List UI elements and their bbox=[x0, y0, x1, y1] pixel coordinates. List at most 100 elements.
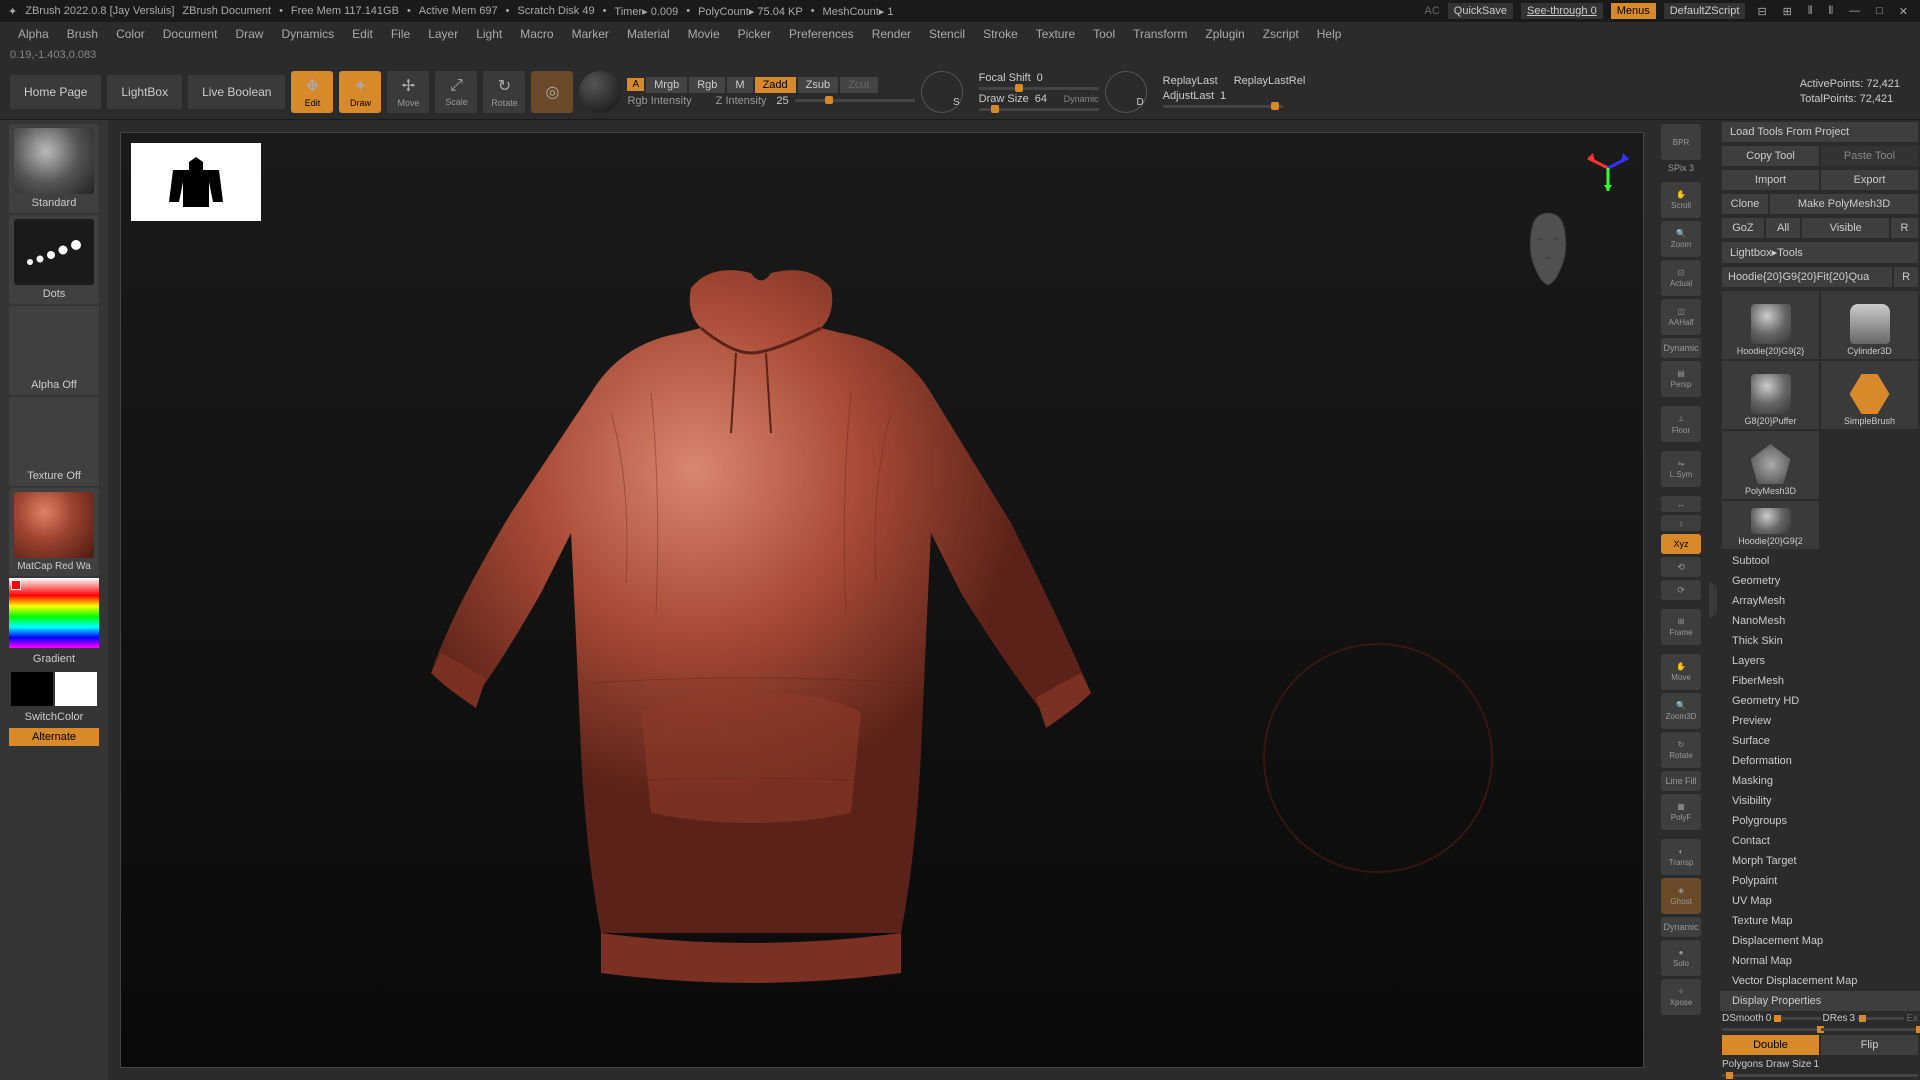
panel-surface[interactable]: Surface bbox=[1720, 731, 1920, 751]
canvas[interactable] bbox=[120, 132, 1644, 1068]
spix-slider[interactable]: SPix 3 bbox=[1661, 163, 1701, 173]
lightbox-button[interactable]: LightBox bbox=[107, 75, 182, 109]
current-tool-name[interactable]: Hoodie{20}G9{20}Fit{20}Qua bbox=[1722, 267, 1892, 287]
transp-button[interactable]: ◐Transp bbox=[1661, 839, 1701, 875]
lightbox-tools-button[interactable]: Lightbox▸Tools bbox=[1722, 242, 1918, 263]
menu-draw[interactable]: Draw bbox=[227, 24, 271, 44]
menu-document[interactable]: Document bbox=[155, 24, 226, 44]
homepage-button[interactable]: Home Page bbox=[10, 75, 101, 109]
dsmooth-slider[interactable] bbox=[1773, 1017, 1820, 1020]
panel-divider[interactable] bbox=[1709, 580, 1717, 620]
minimize-icon[interactable]: — bbox=[1845, 5, 1864, 17]
panel-displayprops[interactable]: Display Properties bbox=[1720, 991, 1920, 1011]
menu-transform[interactable]: Transform bbox=[1125, 24, 1195, 44]
scale-button[interactable]: ⤢Scale bbox=[435, 71, 477, 113]
s-indicator[interactable]: S bbox=[921, 71, 963, 113]
panel-fibermesh[interactable]: FiberMesh bbox=[1720, 671, 1920, 691]
tool-simplebrush[interactable]: SimpleBrush bbox=[1821, 361, 1918, 429]
divider-slider-2[interactable] bbox=[1821, 1028, 1918, 1031]
import-button[interactable]: Import bbox=[1722, 170, 1819, 190]
polyf-button[interactable]: ▦PolyF bbox=[1661, 794, 1701, 830]
zintensity-slider[interactable] bbox=[795, 99, 915, 102]
scroll-button[interactable]: ✋Scroll bbox=[1661, 182, 1701, 218]
panel-uvmap[interactable]: UV Map bbox=[1720, 891, 1920, 911]
menu-help[interactable]: Help bbox=[1309, 24, 1350, 44]
axis-y-button[interactable]: ↕ bbox=[1661, 515, 1701, 531]
menu-zscript[interactable]: Zscript bbox=[1255, 24, 1307, 44]
panel-geometry[interactable]: Geometry bbox=[1720, 571, 1920, 591]
zoom-button[interactable]: 🔍Zoom bbox=[1661, 221, 1701, 257]
replaylast-button[interactable]: ReplayLast bbox=[1163, 75, 1218, 87]
panel-preview[interactable]: Preview bbox=[1720, 711, 1920, 731]
menu-zplugin[interactable]: Zplugin bbox=[1197, 24, 1252, 44]
rotate3d-button[interactable]: ↻Rotate bbox=[1661, 732, 1701, 768]
draw-button[interactable]: ✦Draw bbox=[339, 71, 381, 113]
menu-brush[interactable]: Brush bbox=[59, 24, 106, 44]
replaylastrel-button[interactable]: ReplayLastRel bbox=[1234, 75, 1306, 87]
menu-edit[interactable]: Edit bbox=[344, 24, 381, 44]
swatch-white[interactable] bbox=[55, 672, 97, 706]
liveboolean-button[interactable]: Live Boolean bbox=[188, 75, 285, 109]
menu-movie[interactable]: Movie bbox=[680, 24, 728, 44]
zoom3d-button[interactable]: 🔍Zoom3D bbox=[1661, 693, 1701, 729]
rotate-button[interactable]: ↻Rotate bbox=[483, 71, 525, 113]
panel-vdm[interactable]: Vector Displacement Map bbox=[1720, 971, 1920, 991]
lsym-button[interactable]: ⇋L.Sym bbox=[1661, 451, 1701, 487]
panel-visibility[interactable]: Visibility bbox=[1720, 791, 1920, 811]
dynamic-label[interactable]: Dynamic bbox=[1064, 94, 1099, 104]
persp-button[interactable]: ▤Persp bbox=[1661, 361, 1701, 397]
menu-alpha[interactable]: Alpha bbox=[10, 24, 57, 44]
gradient-button[interactable]: Gradient bbox=[0, 650, 108, 668]
zcut-button[interactable]: Zcut bbox=[840, 77, 877, 93]
clone-button[interactable]: Clone bbox=[1722, 194, 1768, 214]
edit-button[interactable]: ✥Edit bbox=[291, 71, 333, 113]
seethrough-slider[interactable]: See-through 0 bbox=[1521, 3, 1603, 19]
d-indicator[interactable]: D bbox=[1105, 71, 1147, 113]
panel-texturemap[interactable]: Texture Map bbox=[1720, 911, 1920, 931]
menu-dynamics[interactable]: Dynamics bbox=[273, 24, 342, 44]
brush-selector[interactable]: Standard bbox=[9, 124, 99, 213]
color-picker[interactable] bbox=[9, 578, 99, 648]
menu-color[interactable]: Color bbox=[108, 24, 153, 44]
polydrawsize-slider[interactable] bbox=[1722, 1074, 1918, 1077]
double-button[interactable]: Double bbox=[1722, 1035, 1819, 1055]
r-button[interactable]: R bbox=[1891, 218, 1918, 238]
solo-button[interactable]: ●Solo bbox=[1661, 940, 1701, 976]
rgb-button[interactable]: Rgb bbox=[689, 77, 725, 93]
panel-thickskin[interactable]: Thick Skin bbox=[1720, 631, 1920, 651]
panel-subtool[interactable]: Subtool bbox=[1720, 551, 1920, 571]
zadd-button[interactable]: Zadd bbox=[755, 77, 796, 93]
frame-button[interactable]: ⊞Frame bbox=[1661, 609, 1701, 645]
focalshift-slider[interactable] bbox=[979, 87, 1099, 90]
tool-puffer[interactable]: G8{20}Puffer bbox=[1722, 361, 1819, 429]
menu-picker[interactable]: Picker bbox=[730, 24, 779, 44]
a-button[interactable]: A bbox=[627, 78, 644, 91]
menu-render[interactable]: Render bbox=[864, 24, 919, 44]
zsub-button[interactable]: Zsub bbox=[798, 77, 838, 93]
menu-light[interactable]: Light bbox=[468, 24, 510, 44]
panel-nanomesh[interactable]: NanoMesh bbox=[1720, 611, 1920, 631]
copytool-button[interactable]: Copy Tool bbox=[1722, 146, 1819, 166]
tool-cylinder[interactable]: Cylinder3D bbox=[1821, 291, 1918, 359]
drawsize-slider[interactable] bbox=[979, 108, 1099, 111]
move-button[interactable]: ✢Move bbox=[387, 71, 429, 113]
panel-masking[interactable]: Masking bbox=[1720, 771, 1920, 791]
maximize-icon[interactable]: □ bbox=[1872, 5, 1887, 17]
menu-texture[interactable]: Texture bbox=[1028, 24, 1083, 44]
dres-slider[interactable] bbox=[1857, 1017, 1904, 1020]
menu-material[interactable]: Material bbox=[619, 24, 678, 44]
gizmo-button[interactable]: ◎ bbox=[531, 71, 573, 113]
menu-preferences[interactable]: Preferences bbox=[781, 24, 862, 44]
material-selector[interactable]: MatCap Red Wa bbox=[9, 488, 99, 576]
tool-hoodie2[interactable]: Hoodie{20}G9{2 bbox=[1722, 501, 1819, 549]
switchcolor-button[interactable]: SwitchColor bbox=[0, 708, 108, 726]
m-button[interactable]: M bbox=[727, 77, 752, 93]
ex-button[interactable]: Ex bbox=[1906, 1013, 1918, 1024]
actual-button[interactable]: ⊡Actual bbox=[1661, 260, 1701, 296]
defaultzscript-button[interactable]: DefaultZScript bbox=[1664, 3, 1746, 19]
menu-stencil[interactable]: Stencil bbox=[921, 24, 973, 44]
rot-y-button[interactable]: ⟲ bbox=[1661, 557, 1701, 577]
panel-polypaint[interactable]: Polypaint bbox=[1720, 871, 1920, 891]
floor-button[interactable]: ⟂Floor bbox=[1661, 406, 1701, 442]
r2-button[interactable]: R bbox=[1894, 267, 1918, 287]
